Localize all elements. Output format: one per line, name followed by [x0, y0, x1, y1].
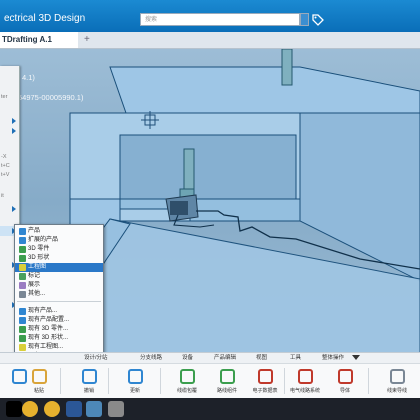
conductor-icon [338, 369, 353, 384]
extended-product-icon [19, 237, 26, 244]
file-explorer-icon[interactable] [108, 401, 124, 417]
ribbon-button[interactable]: 线束导线 [382, 367, 412, 397]
submenu-item-label: 现有产品... [28, 308, 58, 314]
tree-line-1[interactable]: 4.1) [22, 73, 35, 82]
action-ribbon: 粘贴 撤销 更新 线缆包覆 路线组件 电子数据表 电气线路系统 导体 线束导线 [0, 363, 420, 399]
update-icon [128, 369, 143, 384]
ribbon-divider [60, 368, 61, 394]
ribbon-button-label: 线缆包覆 [176, 388, 197, 394]
submenu-item-label: 扩展的产品 [28, 237, 59, 243]
submenu-item-label: 3D 零件 [28, 246, 50, 252]
submenu-arrow-icon [12, 128, 16, 134]
windows-start-icon[interactable] [6, 401, 22, 417]
submenu-arrow-icon [12, 118, 16, 124]
context-row-1[interactable]: ter [0, 92, 19, 102]
ribbon-button-label: 线束导线 [386, 388, 407, 394]
cable-icon [180, 369, 195, 384]
new-tab-button[interactable]: + [84, 32, 90, 48]
markup-icon [19, 273, 26, 280]
presentation-icon [19, 282, 26, 289]
submenu-item-label: 产品 [28, 228, 41, 234]
tab-drafting[interactable]: TDrafting A.1 [0, 32, 78, 48]
product-icon [19, 228, 26, 235]
undo-icon [82, 369, 97, 384]
submenu-item[interactable]: 3D 零件 [15, 245, 103, 254]
submenu-item[interactable]: 3D 形状 [15, 254, 103, 263]
ribbon-button-label: 电气线路系统 [290, 388, 321, 394]
app-window: ectrical 3D Design 搜索 TDrafting A.1 + 4.… [0, 0, 420, 420]
submenu-item[interactable]: 现有产品... [15, 307, 103, 316]
submenu-item-label: 展示 [28, 282, 41, 288]
existing-config-icon [19, 317, 26, 324]
submenu-item-label: 3D 形状 [28, 255, 50, 261]
ribbon-button[interactable]: 路线组件 [212, 367, 242, 397]
context-row-5[interactable]: it [0, 191, 19, 201]
submenu-item[interactable]: 其他... [15, 290, 103, 299]
spreadsheet-icon [258, 369, 273, 384]
3d-part-icon [19, 246, 26, 253]
submenu-item[interactable]: 现有工程图... [15, 343, 103, 352]
ribbon-button[interactable]: 电气线路系统 [290, 367, 320, 397]
3dexperience-icon[interactable] [86, 401, 102, 417]
existing-drawing-icon [19, 344, 26, 351]
ribbon-button[interactable]: 电子数据表 [250, 367, 280, 397]
submenu-item-label: 其他... [28, 291, 46, 297]
paste-icon [32, 369, 47, 384]
os-taskbar [0, 398, 420, 420]
submenu-item-label: 标记 [28, 273, 41, 279]
chevron-down-icon[interactable] [352, 355, 360, 360]
submenu-item[interactable]: 产品 [15, 227, 103, 236]
submenu-item-label: 工程图 [28, 264, 47, 270]
tree-line-2[interactable]: 54975-00005990.1) [18, 93, 83, 102]
submenu-item-label: 现有产品配置... [28, 317, 70, 323]
ribbon-button[interactable]: 撤销 [74, 367, 104, 397]
ribbon-divider [160, 368, 161, 394]
ribbon-button[interactable]: 线缆包覆 [172, 367, 202, 397]
submenu-item[interactable]: 现有 3D 形状... [15, 334, 103, 343]
ribbon-divider [368, 368, 369, 394]
app-title: ectrical 3D Design [4, 13, 86, 24]
chrome-icon[interactable] [44, 401, 60, 417]
search-button[interactable] [300, 13, 309, 26]
electrical-system-icon [298, 369, 313, 384]
ribbon-button-label: 更新 [129, 388, 140, 394]
submenu-item[interactable]: 标记 [15, 272, 103, 281]
ribbon-button-label: 粘贴 [33, 388, 44, 394]
search-input[interactable]: 搜索 [140, 13, 300, 26]
ribbon-button-label: 导体 [339, 388, 350, 394]
submenu-item[interactable]: 现有 3D 零件... [15, 325, 103, 334]
ribbon-button-label: 路线组件 [216, 388, 237, 394]
submenu-item[interactable]: 工程图 [15, 263, 103, 272]
ribbon-button-label: 撤销 [83, 388, 94, 394]
title-bar: ectrical 3D Design 搜索 [0, 0, 420, 32]
context-row-4[interactable]: t+V [0, 170, 19, 180]
existing-part-icon [19, 326, 26, 333]
submenu-arrow-icon [12, 206, 16, 212]
ribbon-button[interactable]: 更新 [120, 367, 150, 397]
submenu-item-label: 现有 3D 零件... [28, 326, 69, 332]
submenu-item[interactable]: 现有产品配置... [15, 316, 103, 325]
submenu-item[interactable]: 展示 [15, 281, 103, 290]
ribbon-divider [284, 368, 285, 394]
harness-icon [390, 369, 405, 384]
submenu-item[interactable]: 扩展的产品 [15, 236, 103, 245]
submenu-item-label: 现有工程图... [28, 344, 64, 350]
ribbon-button[interactable]: 导体 [330, 367, 360, 397]
word-icon[interactable] [66, 401, 82, 417]
existing-product-icon [19, 308, 26, 315]
other-icon [19, 291, 26, 298]
existing-shape-icon [19, 335, 26, 342]
menu-separator [17, 301, 101, 302]
tag-icon[interactable] [312, 14, 324, 26]
chrome-icon[interactable] [22, 401, 38, 417]
tab-bar: TDrafting A.1 + [0, 32, 420, 49]
route-icon [220, 369, 235, 384]
ribbon-button-label: 电子数据表 [252, 388, 278, 394]
drawing-icon [19, 264, 26, 271]
ribbon-divider [108, 368, 109, 394]
ribbon-button[interactable]: 粘贴 [24, 367, 54, 397]
submenu-item-label: 现有 3D 形状... [28, 335, 69, 341]
3d-shape-icon [19, 255, 26, 262]
